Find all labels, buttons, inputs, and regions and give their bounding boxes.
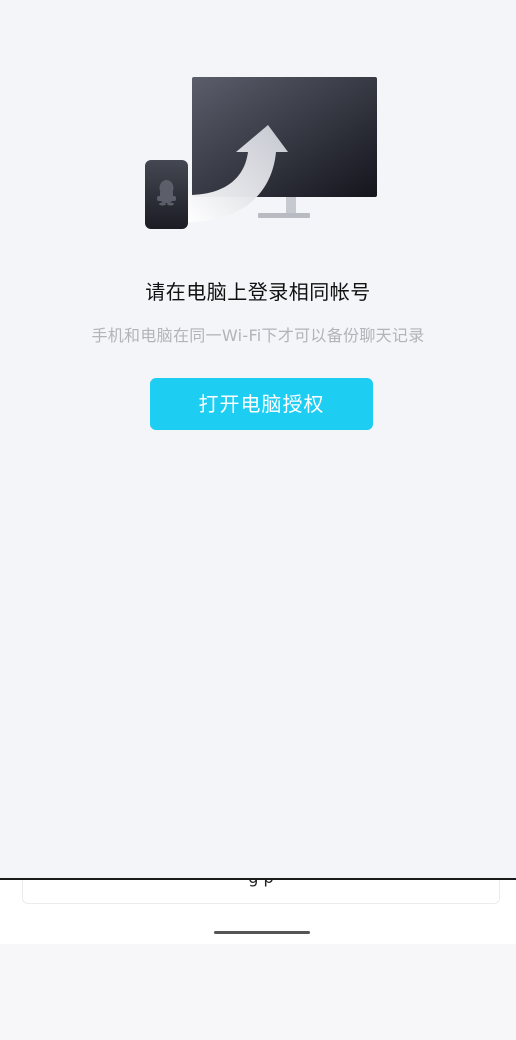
bottom-background <box>0 944 516 1040</box>
bottom-card[interactable]: g p <box>22 880 500 904</box>
bottom-card-label: g p <box>23 880 499 887</box>
wifi-hint-text: 手机和电脑在同一Wi-Fi下才可以备份聊天记录 <box>91 326 425 345</box>
open-computer-auth-button[interactable]: 打开电脑授权 <box>150 378 373 430</box>
phone-to-computer-illustration <box>145 77 377 229</box>
page-title: 请在电脑上登录相同帐号 <box>145 280 371 304</box>
home-indicator[interactable] <box>214 931 310 934</box>
phone-icon <box>145 160 188 229</box>
main-panel: 请在电脑上登录相同帐号 手机和电脑在同一Wi-Fi下才可以备份聊天记录 打开电脑… <box>0 0 516 878</box>
